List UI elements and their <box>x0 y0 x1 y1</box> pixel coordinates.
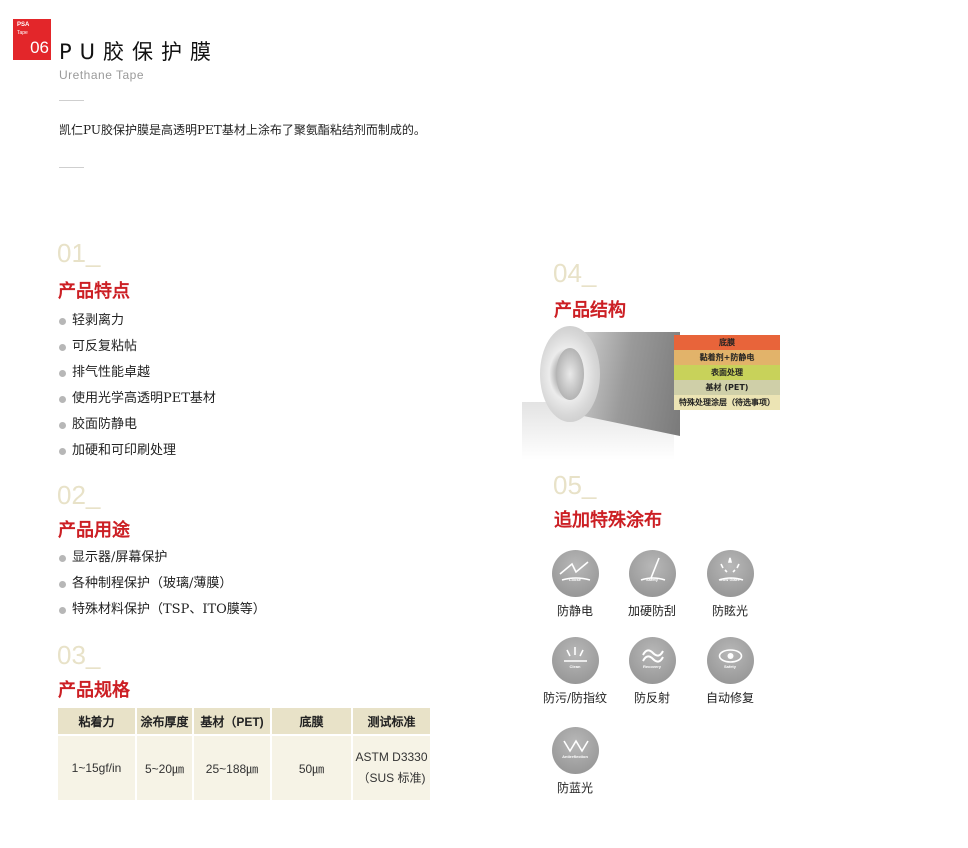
layer-surface: 表面处理 <box>674 365 780 380</box>
icon-tag: Clean <box>569 664 581 669</box>
table-header: 涂布厚度 <box>137 708 192 734</box>
coating-label: 防蓝光 <box>556 781 593 795</box>
table-cell: ASTM D3330 （SUS 标准) <box>353 734 430 800</box>
coating-antireflection: Recovery 防反射 <box>617 637 687 706</box>
icon-tag: Recovery <box>642 664 661 669</box>
list-item: 加硬和可印刷处理 <box>59 438 216 464</box>
coating-label: 防静电 <box>556 604 593 618</box>
coating-label: 防眩光 <box>711 604 748 618</box>
structure-diagram: 底膜 黏着剂+防静电 表面处理 基材 (PET) 特殊处理涂层（待选事项） <box>522 320 780 470</box>
table-header: 粘着力 <box>58 708 135 734</box>
coating-antiglare: Low Glare 防眩光 <box>695 550 765 619</box>
tape-roll-core <box>556 348 584 400</box>
coating-label: 防反射 <box>633 691 670 705</box>
table-header: 测试标准 <box>353 708 430 734</box>
section-heading: 产品结构 <box>554 300 626 321</box>
icon-tag: Low Glare <box>720 577 740 582</box>
list-item: 轻剥离力 <box>59 308 216 334</box>
coating-antistatic: Loose 防静电 <box>540 550 610 619</box>
antiblue-icon: Antireflection <box>551 727 599 774</box>
section-heading: 产品规格 <box>58 680 130 701</box>
test-standard-note: （SUS 标准) <box>357 771 426 785</box>
section-heading: 产品特点 <box>58 281 130 302</box>
antiglare-icon: Low Glare <box>706 550 754 597</box>
feature-list: 轻剥离力 可反复粘帖 排气性能卓越 使用光学高透明PET基材 胶面防静电 加硬和… <box>59 308 216 464</box>
section-number: 05_ <box>553 470 597 500</box>
badge-label: PSA <box>17 22 30 28</box>
antistatic-icon: Loose <box>551 550 599 597</box>
coating-label: 防污/防指纹 <box>542 691 608 705</box>
list-item: 胶面防静电 <box>59 412 216 438</box>
antifouling-icon: Clean <box>551 637 599 684</box>
section-badge: PSA Tape 06 <box>13 19 51 60</box>
selfhealing-icon: Safety <box>706 637 754 684</box>
list-item: 排气性能卓越 <box>59 360 216 386</box>
coating-antiblue: Antireflection 防蓝光 <box>540 727 610 796</box>
section-heading: 追加特殊涂布 <box>554 510 662 531</box>
coating-hardcoat: Safety 加硬防刮 <box>617 550 687 619</box>
table-header-row: 粘着力 涂布厚度 基材（PET) 底膜 测试标准 <box>58 708 430 734</box>
layer-liner: 底膜 <box>674 335 780 350</box>
table-cell: 1~15gf/in <box>58 734 135 800</box>
divider <box>59 167 84 168</box>
coating-antifouling: Clean 防污/防指纹 <box>540 637 610 706</box>
intro-text: 凯仁PU胶保护膜是高透明PET基材上涂布了聚氨酯粘结剂而制成的。 <box>59 123 426 137</box>
test-standard: ASTM D3330 <box>355 750 428 764</box>
hardcoat-icon: Safety <box>628 550 676 597</box>
table-cell: 50㎛ <box>272 734 351 800</box>
section-number: 04_ <box>553 258 597 288</box>
table-header: 基材（PET) <box>194 708 270 734</box>
table-cell: 25~188㎛ <box>194 734 270 800</box>
table-row: 1~15gf/in 5~20㎛ 25~188㎛ 50㎛ ASTM D3330 （… <box>58 734 430 800</box>
use-list: 显示器/屏幕保护 各种制程保护（玻璃/薄膜） 特殊材料保护（TSP、ITO膜等） <box>59 545 266 623</box>
icon-tag: Antireflection <box>562 754 588 759</box>
spec-table: 粘着力 涂布厚度 基材（PET) 底膜 测试标准 1~15gf/in 5~20㎛… <box>56 708 432 800</box>
section-heading: 产品用途 <box>58 520 130 541</box>
page-subtitle: Urethane Tape <box>59 68 145 82</box>
coating-label: 自动修复 <box>705 691 754 705</box>
badge-number: 06 <box>30 38 49 57</box>
badge-sublabel: Tape <box>17 30 28 36</box>
table-header: 底膜 <box>272 708 351 734</box>
section-number: 03_ <box>57 640 101 670</box>
icon-tag: Safety <box>723 664 736 669</box>
icon-tag: Loose <box>569 577 581 582</box>
layer-pet: 基材 (PET) <box>674 380 780 395</box>
layer-adhesive: 黏着剂+防静电 <box>674 350 780 365</box>
page-title: PU胶保护膜 <box>59 40 220 64</box>
divider <box>59 100 84 101</box>
section-number: 02_ <box>57 480 101 510</box>
table-cell: 5~20㎛ <box>137 734 192 800</box>
coating-selfhealing: Safety 自动修复 <box>695 637 765 706</box>
layer-special-coating: 特殊处理涂层（待选事项） <box>674 395 780 410</box>
list-item: 使用光学高透明PET基材 <box>59 386 216 412</box>
list-item: 可反复粘帖 <box>59 334 216 360</box>
list-item: 各种制程保护（玻璃/薄膜） <box>59 571 266 597</box>
icon-tag: Safety <box>645 577 658 582</box>
antireflection-icon: Recovery <box>628 637 676 684</box>
list-item: 显示器/屏幕保护 <box>59 545 266 571</box>
list-item: 特殊材料保护（TSP、ITO膜等） <box>59 597 266 623</box>
section-number: 01_ <box>57 238 101 268</box>
coating-label: 加硬防刮 <box>627 604 676 618</box>
